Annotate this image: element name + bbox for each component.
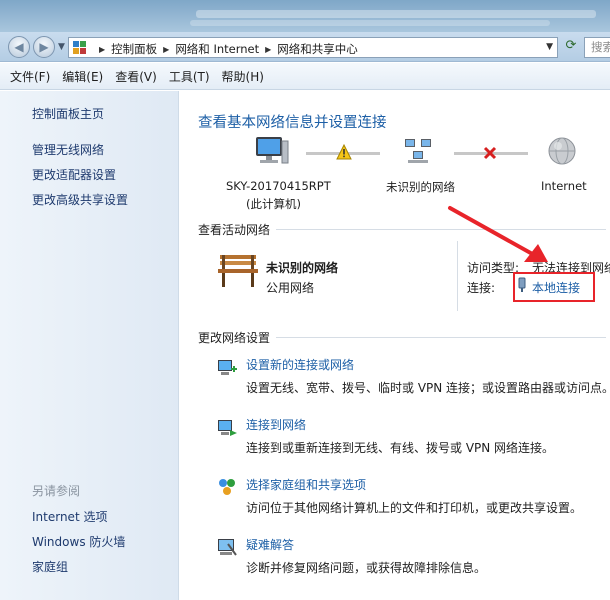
computer-sub-label: (此计算机)	[246, 197, 301, 211]
warning-icon[interactable]	[336, 144, 352, 160]
active-network-heading: 查看活动网络	[198, 223, 271, 237]
breadcrumb-network-internet[interactable]: 网络和 Internet	[175, 41, 259, 57]
sidebar-internet-options[interactable]: Internet 选项	[32, 508, 107, 525]
chevron-right-icon[interactable]: ▶	[163, 45, 169, 54]
divider	[276, 337, 606, 338]
chevron-right-icon[interactable]: ▶	[99, 45, 105, 54]
sidebar-homegroup[interactable]: 家庭组	[32, 558, 68, 575]
address-bar[interactable]: ▶ 控制面板 ▶ 网络和 Internet ▶ 网络和共享中心 ▼	[68, 37, 558, 58]
menu-view[interactable]: 查看(V)	[115, 68, 157, 85]
sidebar-windows-firewall[interactable]: Windows 防火墙	[32, 533, 125, 550]
forward-button[interactable]: ▶	[33, 36, 55, 58]
breadcrumb-control-panel[interactable]: 控制面板	[111, 41, 157, 57]
new-connection-icon	[218, 360, 237, 375]
menu-tools[interactable]: 工具(T)	[169, 68, 210, 85]
active-network-name: 未识别的网络	[266, 261, 339, 275]
troubleshoot-link[interactable]: 疑难解答	[246, 536, 294, 553]
connect-network-icon	[218, 420, 237, 436]
control-panel-icon	[73, 41, 86, 54]
menu-bar: 文件(F) 编辑(E) 查看(V) 工具(T) 帮助(H)	[0, 63, 610, 90]
breadcrumb-sharing-center[interactable]: 网络和共享中心	[277, 41, 358, 57]
page-title: 查看基本网络信息并设置连接	[198, 115, 387, 131]
menu-edit[interactable]: 编辑(E)	[62, 68, 103, 85]
blurred-text	[196, 10, 596, 18]
computer-icon[interactable]	[254, 135, 290, 167]
setup-new-connection-desc: 设置无线、宽带、拨号、临时或 VPN 连接；或设置路由器或访问点。	[246, 381, 610, 395]
breadcrumb: ▶ 控制面板 ▶ 网络和 Internet ▶ 网络和共享中心	[93, 41, 358, 57]
homegroup-sharing-desc: 访问位于其他网络计算机上的文件和打印机，或更改共享设置。	[246, 501, 583, 515]
menu-help[interactable]: 帮助(H)	[222, 68, 264, 85]
active-network-type[interactable]: 公用网络	[266, 279, 314, 296]
history-dropdown-icon[interactable]: ▼	[58, 42, 65, 52]
error-x-icon[interactable]	[482, 145, 498, 161]
network-icon[interactable]	[402, 135, 434, 167]
connection-label: 连接:	[467, 281, 496, 295]
arrow-left-icon: ◀	[14, 40, 24, 54]
background-window-strip	[0, 0, 610, 32]
sidebar-advanced-sharing[interactable]: 更改高级共享设置	[32, 191, 128, 208]
annotation-arrow-icon	[448, 206, 548, 262]
menu-file[interactable]: 文件(F)	[10, 68, 50, 85]
blurred-text	[190, 20, 550, 26]
sidebar-control-panel-home[interactable]: 控制面板主页	[32, 105, 104, 122]
bench-icon	[218, 255, 258, 287]
refresh-icon[interactable]: ⟳	[562, 38, 580, 56]
annotation-highlight-box	[513, 272, 595, 302]
globe-icon[interactable]	[546, 135, 578, 167]
sidebar: 控制面板主页 管理无线网络 更改适配器设置 更改高级共享设置 另请参阅 Inte…	[0, 91, 179, 600]
arrow-right-icon: ▶	[39, 40, 49, 54]
homegroup-sharing-link[interactable]: 选择家庭组和共享选项	[246, 476, 366, 493]
troubleshoot-icon	[218, 539, 237, 556]
internet-label: Internet	[541, 179, 587, 193]
network-label: 未识别的网络	[386, 180, 455, 194]
chevron-right-icon[interactable]: ▶	[265, 45, 271, 54]
setup-new-connection-link[interactable]: 设置新的连接或网络	[246, 356, 354, 373]
search-input[interactable]: 搜索	[584, 37, 610, 58]
address-dropdown-icon[interactable]: ▼	[546, 42, 553, 52]
computer-name-label: SKY-20170415RPT	[226, 179, 331, 193]
sidebar-change-adapter[interactable]: 更改适配器设置	[32, 166, 116, 183]
change-settings-heading: 更改网络设置	[198, 331, 271, 345]
connect-network-desc: 连接到或重新连接到无线、有线、拨号或 VPN 网络连接。	[246, 441, 555, 455]
see-also-heading: 另请参阅	[32, 484, 81, 498]
sidebar-manage-wireless[interactable]: 管理无线网络	[32, 141, 104, 158]
connect-network-link[interactable]: 连接到网络	[246, 416, 306, 433]
main-panel: 查看基本网络信息并设置连接 SKY-20170415RPT (此计算机) 未识别…	[180, 91, 610, 600]
homegroup-icon	[219, 479, 235, 495]
troubleshoot-desc: 诊断并修复网络问题，或获得故障排除信息。	[246, 561, 487, 575]
address-row: ◀ ▶ ▼ ▶ 控制面板 ▶ 网络和 Internet ▶ 网络和共享中心 ▼ …	[0, 32, 610, 62]
back-button[interactable]: ◀	[8, 36, 30, 58]
